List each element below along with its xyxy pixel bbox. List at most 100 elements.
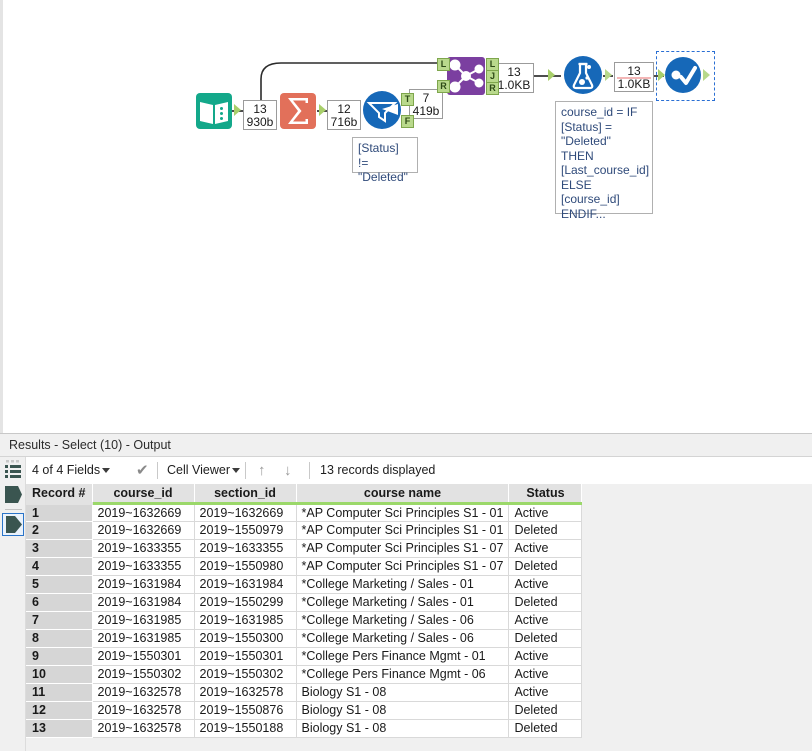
table-row[interactable]: 42019~16333552019~1550980*AP Computer Sc… xyxy=(26,557,582,575)
cell-course_name[interactable]: *AP Computer Sci Principles S1 - 01 xyxy=(296,521,509,539)
cell-record[interactable]: 10 xyxy=(26,665,92,683)
cell-section_id[interactable]: 2019~1550980 xyxy=(194,557,296,575)
formula-tool[interactable] xyxy=(563,55,603,98)
cell-course_id[interactable]: 2019~1632578 xyxy=(92,719,194,737)
output-anchor-input[interactable] xyxy=(234,104,241,116)
column-header-course_name[interactable]: course name xyxy=(296,484,509,503)
cell-record[interactable]: 3 xyxy=(26,539,92,557)
cell-record[interactable]: 7 xyxy=(26,611,92,629)
cell-status[interactable]: Active xyxy=(509,575,582,593)
cell-course_id[interactable]: 2019~1631985 xyxy=(92,629,194,647)
cell-status[interactable]: Deleted xyxy=(509,521,582,539)
cell-course_id[interactable]: 2019~1632669 xyxy=(92,521,194,539)
table-row[interactable]: 102019~15503022019~1550302*College Pers … xyxy=(26,665,582,683)
join-left-input-port[interactable]: L xyxy=(437,58,450,71)
column-header-status[interactable]: Status xyxy=(509,484,582,503)
cell-section_id[interactable]: 2019~1632669 xyxy=(194,503,296,521)
table-row[interactable]: 22019~16326692019~1550979*AP Computer Sc… xyxy=(26,521,582,539)
filter-tool[interactable] xyxy=(362,90,402,133)
cell-section_id[interactable]: 2019~1631984 xyxy=(194,575,296,593)
cell-record[interactable]: 9 xyxy=(26,647,92,665)
cell-course_id[interactable]: 2019~1632669 xyxy=(92,503,194,521)
table-row[interactable]: 82019~16319852019~1550300*College Market… xyxy=(26,629,582,647)
cell-status[interactable]: Active xyxy=(509,611,582,629)
filter-false-port[interactable]: F xyxy=(401,115,414,128)
table-row[interactable]: 92019~15503012019~1550301*College Pers F… xyxy=(26,647,582,665)
cell-record[interactable]: 13 xyxy=(26,719,92,737)
input-data-tool[interactable] xyxy=(195,92,233,133)
workflow-canvas[interactable]: 13 930b 12 716b T F 7 419b [Status] != "… xyxy=(0,0,812,433)
fields-apply-check[interactable]: ✔ xyxy=(136,457,149,484)
cell-record[interactable]: 5 xyxy=(26,575,92,593)
join-right-output-port[interactable]: R xyxy=(486,82,499,95)
table-row[interactable]: 132019~16325782019~1550188Biology S1 - 0… xyxy=(26,719,582,737)
column-header-section_id[interactable]: section_id xyxy=(194,484,296,503)
cell-course_id[interactable]: 2019~1631984 xyxy=(92,575,194,593)
cell-status[interactable]: Deleted xyxy=(509,557,582,575)
cell-section_id[interactable]: 2019~1550301 xyxy=(194,647,296,665)
cell-course_name[interactable]: *College Pers Finance Mgmt - 01 xyxy=(296,647,509,665)
cell-status[interactable]: Deleted xyxy=(509,593,582,611)
cell-section_id[interactable]: 2019~1632578 xyxy=(194,683,296,701)
results-grid[interactable]: Record #course_idsection_idcourse nameSt… xyxy=(26,484,812,751)
cell-status[interactable]: Deleted xyxy=(509,629,582,647)
scroll-up-button[interactable]: ↑ xyxy=(258,457,266,484)
join-right-input-port[interactable]: R xyxy=(437,80,450,93)
cell-section_id[interactable]: 2019~1633355 xyxy=(194,539,296,557)
join-tool[interactable] xyxy=(447,57,485,98)
fields-selector[interactable]: 4 of 4 Fields xyxy=(32,457,112,484)
cell-record[interactable]: 6 xyxy=(26,593,92,611)
cell-course_id[interactable]: 2019~1631984 xyxy=(92,593,194,611)
cell-course_id[interactable]: 2019~1631985 xyxy=(92,611,194,629)
cell-section_id[interactable]: 2019~1550300 xyxy=(194,629,296,647)
cell-course_name[interactable]: *College Marketing / Sales - 06 xyxy=(296,611,509,629)
cell-course_name[interactable]: *AP Computer Sci Principles S1 - 07 xyxy=(296,539,509,557)
rail-item-messages[interactable] xyxy=(5,485,22,507)
cell-record[interactable]: 8 xyxy=(26,629,92,647)
table-row[interactable]: 112019~16325782019~1632578Biology S1 - 0… xyxy=(26,683,582,701)
cell-section_id[interactable]: 2019~1631985 xyxy=(194,611,296,629)
filter-true-port[interactable]: T xyxy=(401,93,414,106)
cell-status[interactable]: Active xyxy=(509,665,582,683)
table-row[interactable]: 62019~16319842019~1550299*College Market… xyxy=(26,593,582,611)
cell-record[interactable]: 11 xyxy=(26,683,92,701)
cell-course_id[interactable]: 2019~1633355 xyxy=(92,557,194,575)
output-anchor-summarize[interactable] xyxy=(319,104,326,116)
input-anchor-formula[interactable] xyxy=(548,69,555,81)
cell-status[interactable]: Active xyxy=(509,647,582,665)
cell-course_id[interactable]: 2019~1632578 xyxy=(92,701,194,719)
cell-record[interactable]: 1 xyxy=(26,503,92,521)
rail-item-output[interactable] xyxy=(6,516,22,536)
cell-record[interactable]: 2 xyxy=(26,521,92,539)
cell-record[interactable]: 12 xyxy=(26,701,92,719)
table-row[interactable]: 122019~16325782019~1550876Biology S1 - 0… xyxy=(26,701,582,719)
cell-course_name[interactable]: Biology S1 - 08 xyxy=(296,683,509,701)
table-row[interactable]: 72019~16319852019~1631985*College Market… xyxy=(26,611,582,629)
cell-course_name[interactable]: *College Marketing / Sales - 06 xyxy=(296,629,509,647)
table-row[interactable]: 12019~16326692019~1632669*AP Computer Sc… xyxy=(26,503,582,521)
cell-status[interactable]: Active xyxy=(509,503,582,521)
cell-course_id[interactable]: 2019~1632578 xyxy=(92,683,194,701)
cell-section_id[interactable]: 2019~1550979 xyxy=(194,521,296,539)
cell-section_id[interactable]: 2019~1550302 xyxy=(194,665,296,683)
cell-section_id[interactable]: 2019~1550299 xyxy=(194,593,296,611)
column-header-record[interactable]: Record # xyxy=(26,484,92,503)
cell-course_id[interactable]: 2019~1550302 xyxy=(92,665,194,683)
cell-section_id[interactable]: 2019~1550188 xyxy=(194,719,296,737)
cell-record[interactable]: 4 xyxy=(26,557,92,575)
table-row[interactable]: 52019~16319842019~1631984*College Market… xyxy=(26,575,582,593)
cell-course_name[interactable]: Biology S1 - 08 xyxy=(296,719,509,737)
summarize-tool[interactable] xyxy=(279,92,317,133)
cell-course_name[interactable]: *AP Computer Sci Principles S1 - 07 xyxy=(296,557,509,575)
cell-course_name[interactable]: *College Marketing / Sales - 01 xyxy=(296,575,509,593)
column-header-course_id[interactable]: course_id xyxy=(92,484,194,503)
cell-status[interactable]: Deleted xyxy=(509,719,582,737)
cell-section_id[interactable]: 2019~1550876 xyxy=(194,701,296,719)
table-row[interactable]: 32019~16333552019~1633355*AP Computer Sc… xyxy=(26,539,582,557)
cell-status[interactable]: Active xyxy=(509,539,582,557)
output-anchor-formula[interactable] xyxy=(605,69,612,81)
cell-course_name[interactable]: *College Pers Finance Mgmt - 06 xyxy=(296,665,509,683)
cell-course_name[interactable]: *College Marketing / Sales - 01 xyxy=(296,593,509,611)
scroll-down-button[interactable]: ↓ xyxy=(284,457,292,484)
rail-item-fields[interactable] xyxy=(5,460,22,485)
